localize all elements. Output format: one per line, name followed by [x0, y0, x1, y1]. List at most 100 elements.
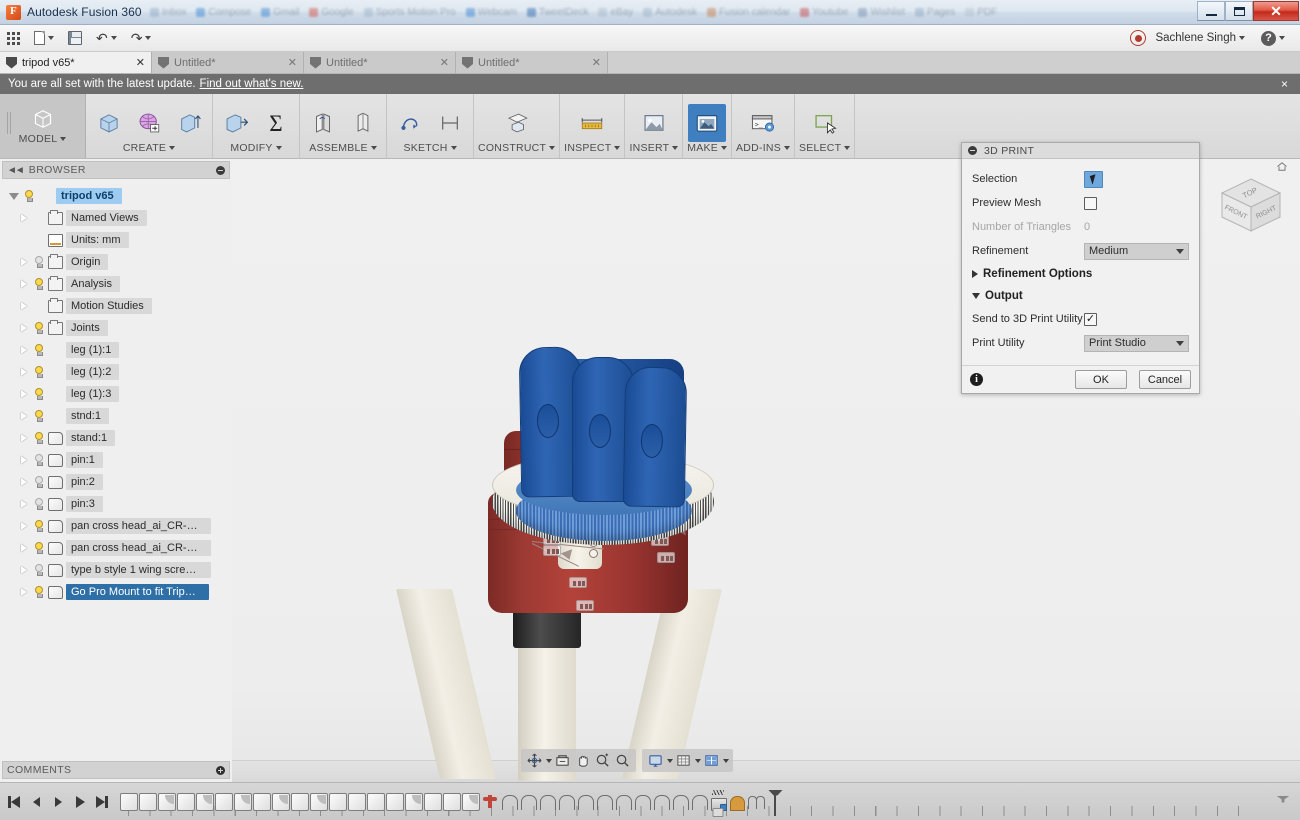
expand-chevron-right-icon[interactable] [18, 213, 29, 224]
step-back-button[interactable] [28, 793, 44, 811]
close-icon[interactable]: ✕ [288, 56, 297, 69]
browser-item-origin[interactable]: Origin [0, 251, 232, 273]
doc-tab-tripod[interactable]: tripod v65* ✕ [0, 52, 152, 73]
timeline-feature-fillet[interactable] [234, 793, 252, 811]
browser-item-joints[interactable]: Joints [0, 317, 232, 339]
expand-chevron-right-icon[interactable] [18, 499, 29, 510]
timeline-add-marker[interactable] [713, 808, 724, 817]
timeline-feature-extrude[interactable] [386, 793, 404, 811]
visibility-bulb-icon[interactable] [32, 564, 45, 577]
ok-button[interactable]: OK [1075, 370, 1127, 389]
create-box-button[interactable] [90, 104, 128, 142]
browser-item-pan-cross-head-ai-cr-phm[interactable]: pan cross head_ai_CR-PHM... [0, 537, 232, 559]
zoom-window-button[interactable] [593, 751, 612, 770]
browser-item-pan-cross-head-ai-cr-phm[interactable]: pan cross head_ai_CR-PHM... [0, 515, 232, 537]
make-3d-print-button[interactable] [688, 104, 726, 142]
browser-item-stand-1[interactable]: stand:1 [0, 427, 232, 449]
joint-badge[interactable] [543, 545, 561, 556]
skip-end-button[interactable] [94, 793, 110, 811]
timeline-feature-extrude[interactable] [291, 793, 309, 811]
joint-origin-marker[interactable] [589, 549, 598, 558]
visibility-bulb-icon[interactable] [32, 432, 45, 445]
timeline-feature-joint[interactable] [595, 793, 613, 811]
display-settings-button[interactable] [646, 751, 665, 770]
dialog-collapse-icon[interactable] [968, 146, 977, 155]
close-icon[interactable]: ✕ [440, 56, 449, 69]
timeline-feature-fillet[interactable] [405, 793, 423, 811]
browser-item-stnd-1[interactable]: stnd:1 [0, 405, 232, 427]
timeline-end-marker-icon[interactable] [767, 788, 789, 816]
browser-item-pin-3[interactable]: pin:3 [0, 493, 232, 515]
skip-start-button[interactable] [6, 793, 22, 811]
save-button[interactable] [61, 25, 89, 52]
visibility-bulb-icon[interactable] [22, 190, 35, 203]
selection-button[interactable] [1084, 171, 1103, 188]
visibility-bulb-icon[interactable] [32, 498, 45, 511]
view-cube-graphic[interactable]: TOP FRONT RIGHT [1214, 173, 1288, 239]
visibility-bulb-icon[interactable] [32, 542, 45, 555]
chevron-down-icon[interactable] [695, 759, 701, 763]
timeline-feature-joint[interactable] [576, 793, 594, 811]
browser-item-named-views[interactable]: Named Views [0, 207, 232, 229]
insert-image-button[interactable] [635, 104, 673, 142]
chevron-down-icon[interactable] [723, 759, 729, 763]
app-grid-button[interactable] [0, 25, 27, 52]
home-icon[interactable] [1276, 161, 1288, 172]
help-menu[interactable]: ? [1254, 25, 1292, 52]
send-utility-checkbox[interactable]: ✓ [1084, 313, 1097, 326]
visibility-bulb-icon[interactable] [32, 278, 45, 291]
timeline-feature-fillet[interactable] [310, 793, 328, 811]
browser-item-pin-2[interactable]: pin:2 [0, 471, 232, 493]
play-button[interactable] [72, 793, 88, 811]
timeline-feature-joint[interactable] [671, 793, 689, 811]
timeline-feature-fillet[interactable] [196, 793, 214, 811]
expand-chevron-right-icon[interactable] [18, 433, 29, 444]
expand-chevron-right-icon[interactable] [18, 521, 29, 532]
close-button[interactable]: ✕ [1253, 1, 1299, 21]
visibility-bulb-icon[interactable] [32, 586, 45, 599]
visibility-bulb-icon[interactable] [32, 388, 45, 401]
minimize-button[interactable] [1197, 1, 1225, 21]
timeline-feature-joint[interactable] [633, 793, 651, 811]
expand-chevron-right-icon[interactable] [18, 565, 29, 576]
redo-button[interactable]: ↷ [124, 25, 159, 52]
timeline-feature-extrude[interactable] [329, 793, 347, 811]
timeline-feature-extrude[interactable] [443, 793, 461, 811]
info-icon[interactable]: i [970, 373, 983, 386]
timeline-feature-extrude[interactable] [367, 793, 385, 811]
visibility-bulb-icon[interactable] [32, 256, 45, 269]
timeline-feature-asm[interactable] [747, 793, 765, 811]
expand-chevron-right-icon[interactable] [18, 389, 29, 400]
browser-item-tripod-v65[interactable]: tripod v65 [0, 185, 232, 207]
expand-chevron-right-icon[interactable] [18, 455, 29, 466]
tripod-leg-left[interactable] [396, 589, 496, 779]
visibility-bulb-icon[interactable] [32, 454, 45, 467]
tripod-collar[interactable] [513, 608, 581, 648]
grid-settings-button[interactable] [674, 751, 693, 770]
doc-tab-untitled-2[interactable]: Untitled* ✕ [304, 52, 456, 73]
user-menu[interactable]: Sachlene Singh [1148, 25, 1252, 52]
timeline-feature-fillet[interactable] [272, 793, 290, 811]
modify-parameters-button[interactable]: Σ [257, 104, 295, 142]
visibility-bulb-icon[interactable] [32, 344, 45, 357]
browser-settings-icon[interactable] [216, 166, 225, 175]
pan-button[interactable] [573, 751, 592, 770]
addins-scripts-button[interactable]: >_ [744, 104, 782, 142]
cancel-button[interactable]: Cancel [1139, 370, 1191, 389]
visibility-bulb-icon[interactable] [32, 366, 45, 379]
timeline-feature-extrude[interactable] [253, 793, 271, 811]
timeline-feature-joint[interactable] [538, 793, 556, 811]
browser-item-analysis[interactable]: Analysis [0, 273, 232, 295]
browser-item-pin-1[interactable]: pin:1 [0, 449, 232, 471]
browser-item-leg-1-2[interactable]: leg (1):2 [0, 361, 232, 383]
timeline-feature-extrude[interactable] [424, 793, 442, 811]
expand-chevron-right-icon[interactable] [18, 367, 29, 378]
look-at-button[interactable] [553, 751, 572, 770]
gopro-mount-fin[interactable] [623, 366, 687, 507]
expand-chevron-right-icon[interactable] [18, 279, 29, 290]
browser-item-leg-1-3[interactable]: leg (1):3 [0, 383, 232, 405]
timeline-feature-joint[interactable] [652, 793, 670, 811]
output-group[interactable]: Output [972, 285, 1189, 307]
record-icon[interactable] [1130, 30, 1146, 46]
sketch-arc-button[interactable] [391, 104, 429, 142]
